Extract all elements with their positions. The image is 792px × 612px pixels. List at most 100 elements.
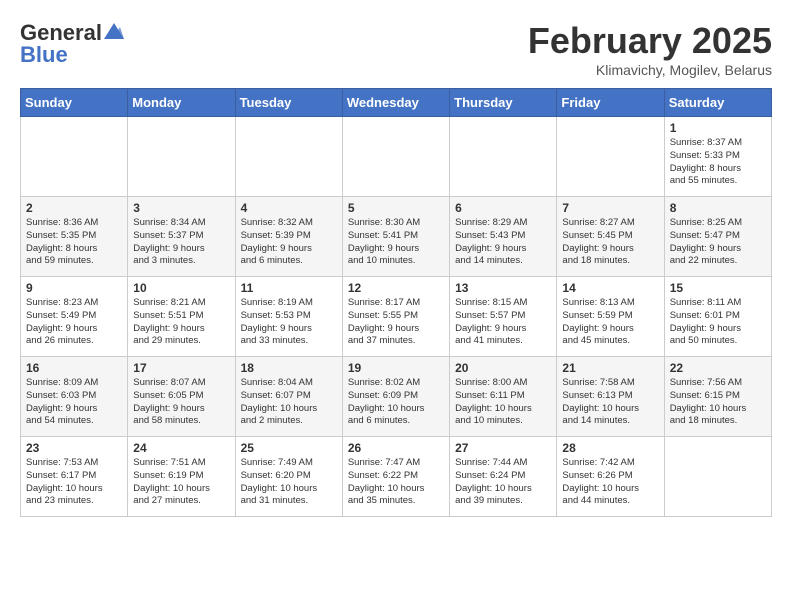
day-number: 2 <box>26 201 122 215</box>
day-info: Sunrise: 8:09 AM Sunset: 6:03 PM Dayligh… <box>26 377 122 428</box>
day-number: 27 <box>455 441 551 455</box>
calendar-cell: 21 Sunrise: 7:58 AM Sunset: 6:13 PM Dayli… <box>557 357 664 437</box>
calendar-cell: 7 Sunrise: 8:27 AM Sunset: 5:45 PM Daylig… <box>557 197 664 277</box>
weekday-header-thursday: Thursday <box>450 89 557 117</box>
day-info: Sunrise: 8:30 AM Sunset: 5:41 PM Dayligh… <box>348 217 444 268</box>
calendar-cell: 9 Sunrise: 8:23 AM Sunset: 5:49 PM Daylig… <box>21 277 128 357</box>
weekday-header-saturday: Saturday <box>664 89 771 117</box>
calendar-cell: 3 Sunrise: 8:34 AM Sunset: 5:37 PM Daylig… <box>128 197 235 277</box>
day-number: 19 <box>348 361 444 375</box>
day-info: Sunrise: 8:27 AM Sunset: 5:45 PM Dayligh… <box>562 217 658 268</box>
day-number: 1 <box>670 121 766 135</box>
calendar-cell: 13Sunrise: 8:15 AM Sunset: 5:57 PM Dayli… <box>450 277 557 357</box>
weekday-header-friday: Friday <box>557 89 664 117</box>
day-info: Sunrise: 7:44 AM Sunset: 6:24 PM Dayligh… <box>455 457 551 508</box>
weekday-header-row: SundayMondayTuesdayWednesdayThursdayFrid… <box>21 89 772 117</box>
calendar-cell <box>235 117 342 197</box>
day-info: Sunrise: 8:21 AM Sunset: 5:51 PM Dayligh… <box>133 297 229 348</box>
page-header: General Blue February 2025 Klimavichy, M… <box>20 20 772 78</box>
logo-blue: Blue <box>20 42 68 68</box>
day-number: 18 <box>241 361 337 375</box>
day-info: Sunrise: 8:00 AM Sunset: 6:11 PM Dayligh… <box>455 377 551 428</box>
month-year: February 2025 <box>528 20 772 62</box>
calendar-cell: 20 Sunrise: 8:00 AM Sunset: 6:11 PM Dayli… <box>450 357 557 437</box>
day-number: 6 <box>455 201 551 215</box>
calendar-cell: 27 Sunrise: 7:44 AM Sunset: 6:24 PM Dayli… <box>450 437 557 517</box>
day-number: 17 <box>133 361 229 375</box>
day-info: Sunrise: 8:04 AM Sunset: 6:07 PM Dayligh… <box>241 377 337 428</box>
calendar-cell <box>664 437 771 517</box>
calendar-cell <box>128 117 235 197</box>
day-number: 21 <box>562 361 658 375</box>
day-number: 20 <box>455 361 551 375</box>
day-number: 28 <box>562 441 658 455</box>
day-info: Sunrise: 7:58 AM Sunset: 6:13 PM Dayligh… <box>562 377 658 428</box>
day-info: Sunrise: 8:29 AM Sunset: 5:43 PM Dayligh… <box>455 217 551 268</box>
calendar-cell: 14Sunrise: 8:13 AM Sunset: 5:59 PM Dayli… <box>557 277 664 357</box>
calendar-cell: 22 Sunrise: 7:56 AM Sunset: 6:15 PM Dayli… <box>664 357 771 437</box>
day-number: 3 <box>133 201 229 215</box>
day-info: Sunrise: 8:32 AM Sunset: 5:39 PM Dayligh… <box>241 217 337 268</box>
day-info: Sunrise: 8:23 AM Sunset: 5:49 PM Dayligh… <box>26 297 122 348</box>
day-number: 14 <box>562 281 658 295</box>
calendar-cell: 19Sunrise: 8:02 AM Sunset: 6:09 PM Dayli… <box>342 357 449 437</box>
calendar-cell: 17Sunrise: 8:07 AM Sunset: 6:05 PM Dayli… <box>128 357 235 437</box>
calendar-cell: 16 Sunrise: 8:09 AM Sunset: 6:03 PM Dayli… <box>21 357 128 437</box>
day-number: 7 <box>562 201 658 215</box>
weekday-header-wednesday: Wednesday <box>342 89 449 117</box>
day-info: Sunrise: 8:25 AM Sunset: 5:47 PM Dayligh… <box>670 217 766 268</box>
calendar-cell <box>342 117 449 197</box>
day-number: 26 <box>348 441 444 455</box>
title-block: February 2025 Klimavichy, Mogilev, Belar… <box>528 20 772 78</box>
day-number: 22 <box>670 361 766 375</box>
day-number: 12 <box>348 281 444 295</box>
day-info: Sunrise: 7:51 AM Sunset: 6:19 PM Dayligh… <box>133 457 229 508</box>
logo-icon <box>104 23 124 39</box>
week-row-1: 1Sunrise: 8:37 AM Sunset: 5:33 PM Daylig… <box>21 117 772 197</box>
calendar-cell: 6 Sunrise: 8:29 AM Sunset: 5:43 PM Daylig… <box>450 197 557 277</box>
location: Klimavichy, Mogilev, Belarus <box>528 62 772 78</box>
day-info: Sunrise: 7:42 AM Sunset: 6:26 PM Dayligh… <box>562 457 658 508</box>
calendar-cell: 1Sunrise: 8:37 AM Sunset: 5:33 PM Daylig… <box>664 117 771 197</box>
day-info: Sunrise: 7:53 AM Sunset: 6:17 PM Dayligh… <box>26 457 122 508</box>
weekday-header-sunday: Sunday <box>21 89 128 117</box>
day-number: 4 <box>241 201 337 215</box>
day-number: 10 <box>133 281 229 295</box>
day-number: 15 <box>670 281 766 295</box>
day-info: Sunrise: 7:49 AM Sunset: 6:20 PM Dayligh… <box>241 457 337 508</box>
calendar-table: SundayMondayTuesdayWednesdayThursdayFrid… <box>20 88 772 517</box>
calendar-cell: 26 Sunrise: 7:47 AM Sunset: 6:22 PM Dayli… <box>342 437 449 517</box>
weekday-header-tuesday: Tuesday <box>235 89 342 117</box>
day-info: Sunrise: 8:34 AM Sunset: 5:37 PM Dayligh… <box>133 217 229 268</box>
calendar-cell: 8 Sunrise: 8:25 AM Sunset: 5:47 PM Daylig… <box>664 197 771 277</box>
day-number: 8 <box>670 201 766 215</box>
weekday-header-monday: Monday <box>128 89 235 117</box>
calendar-cell: 15 Sunrise: 8:11 AM Sunset: 6:01 PM Dayli… <box>664 277 771 357</box>
day-number: 25 <box>241 441 337 455</box>
week-row-2: 2Sunrise: 8:36 AM Sunset: 5:35 PM Daylig… <box>21 197 772 277</box>
calendar-cell <box>450 117 557 197</box>
day-info: Sunrise: 7:47 AM Sunset: 6:22 PM Dayligh… <box>348 457 444 508</box>
day-number: 16 <box>26 361 122 375</box>
logo: General Blue <box>20 20 124 68</box>
day-number: 24 <box>133 441 229 455</box>
week-row-4: 16 Sunrise: 8:09 AM Sunset: 6:03 PM Dayli… <box>21 357 772 437</box>
calendar-cell: 2Sunrise: 8:36 AM Sunset: 5:35 PM Daylig… <box>21 197 128 277</box>
day-info: Sunrise: 8:19 AM Sunset: 5:53 PM Dayligh… <box>241 297 337 348</box>
day-number: 5 <box>348 201 444 215</box>
calendar-cell: 18 Sunrise: 8:04 AM Sunset: 6:07 PM Dayli… <box>235 357 342 437</box>
calendar-cell: 4 Sunrise: 8:32 AM Sunset: 5:39 PM Daylig… <box>235 197 342 277</box>
calendar-cell: 24 Sunrise: 7:51 AM Sunset: 6:19 PM Dayli… <box>128 437 235 517</box>
calendar-cell: 28 Sunrise: 7:42 AM Sunset: 6:26 PM Dayli… <box>557 437 664 517</box>
day-number: 9 <box>26 281 122 295</box>
day-info: Sunrise: 8:11 AM Sunset: 6:01 PM Dayligh… <box>670 297 766 348</box>
calendar-cell: 11 Sunrise: 8:19 AM Sunset: 5:53 PM Dayli… <box>235 277 342 357</box>
week-row-3: 9 Sunrise: 8:23 AM Sunset: 5:49 PM Daylig… <box>21 277 772 357</box>
calendar-cell: 23 Sunrise: 7:53 AM Sunset: 6:17 PM Dayli… <box>21 437 128 517</box>
day-info: Sunrise: 8:15 AM Sunset: 5:57 PM Dayligh… <box>455 297 551 348</box>
calendar-cell <box>557 117 664 197</box>
day-number: 11 <box>241 281 337 295</box>
day-info: Sunrise: 8:17 AM Sunset: 5:55 PM Dayligh… <box>348 297 444 348</box>
day-number: 23 <box>26 441 122 455</box>
day-info: Sunrise: 7:56 AM Sunset: 6:15 PM Dayligh… <box>670 377 766 428</box>
